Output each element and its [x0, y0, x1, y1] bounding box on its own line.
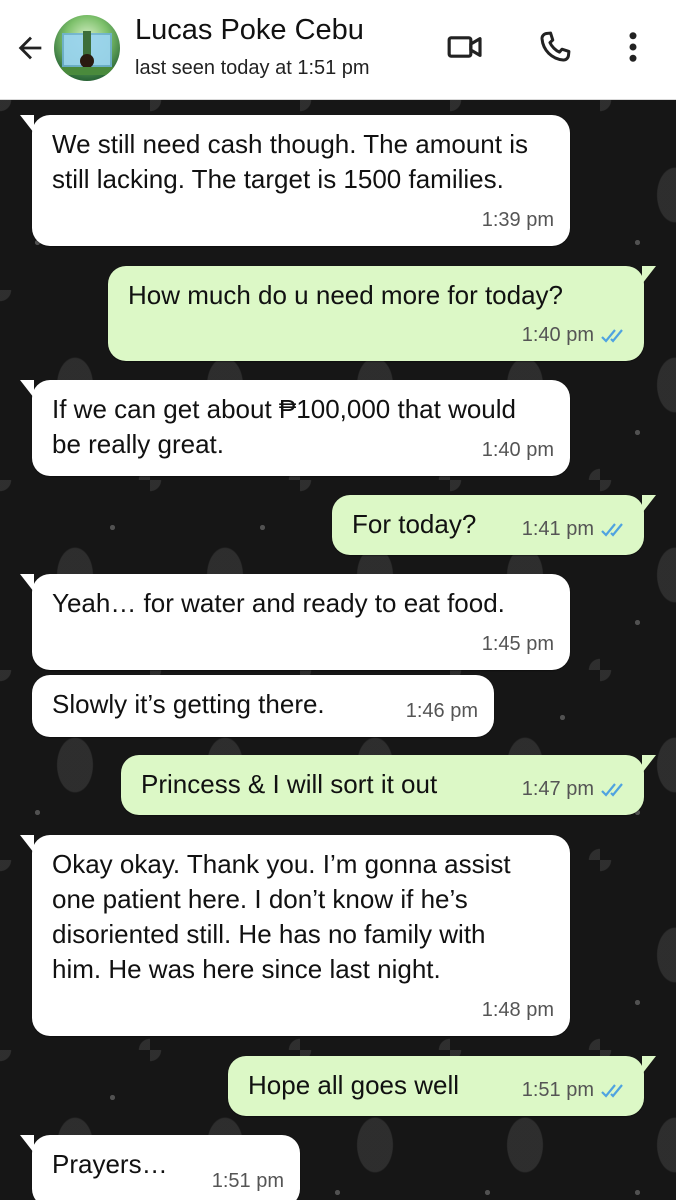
message-time: 1:51 pm — [211, 1170, 284, 1192]
message-text: Slowly it’s getting there. — [52, 689, 325, 719]
message-text: Princess & I will sort it out — [141, 769, 438, 799]
chat-messages-area[interactable]: We still need cash though. The amount is… — [0, 100, 676, 1200]
message-time: 1:45 pm — [481, 633, 554, 655]
message-text: Hope all goes well — [248, 1070, 460, 1100]
message-time: 1:46 pm — [405, 700, 478, 722]
read-receipt-icon — [601, 782, 623, 797]
message-time: 1:51 pm — [521, 1079, 594, 1101]
incoming-message[interactable]: If we can get about ₱100,000 that would … — [20, 380, 570, 476]
phone-icon — [540, 31, 571, 62]
outgoing-message[interactable]: Princess & I will sort it out 1:47 pm — [121, 755, 656, 815]
back-button[interactable] — [10, 26, 50, 70]
outgoing-message[interactable]: How much do u need more for today? 1:40 … — [108, 266, 656, 361]
chat-header: Lucas Poke Cebu last seen today at 1:51 … — [0, 0, 676, 100]
message-time: 1:47 pm — [521, 778, 594, 800]
message-text: How much do u need more for today? — [128, 280, 564, 310]
incoming-message[interactable]: Yeah… for water and ready to eat food. 1… — [20, 574, 570, 670]
incoming-message[interactable]: Prayers… 1:51 pm — [20, 1135, 300, 1200]
back-arrow-icon — [18, 36, 42, 60]
message-text: If we can get about ₱100,000 that would … — [52, 394, 517, 459]
message-text: Yeah… for water and ready to eat food. — [52, 588, 505, 618]
outgoing-message[interactable]: For today? 1:41 pm — [332, 495, 656, 555]
video-call-icon — [447, 36, 482, 58]
contact-avatar[interactable] — [54, 15, 120, 81]
contact-name[interactable]: Lucas Poke Cebu — [135, 14, 364, 47]
incoming-message[interactable]: We still need cash though. The amount is… — [20, 115, 570, 246]
video-call-button[interactable] — [442, 24, 488, 70]
message-text: Okay okay. Thank you. I’m gonna assist o… — [52, 849, 511, 984]
read-receipt-icon — [601, 1083, 623, 1098]
outgoing-message[interactable]: Hope all goes well 1:51 pm — [228, 1056, 656, 1116]
incoming-message[interactable]: Okay okay. Thank you. I’m gonna assist o… — [20, 835, 570, 1036]
message-time: 1:41 pm — [521, 518, 594, 540]
message-text: We still need cash though. The amount is… — [52, 129, 528, 194]
message-text: Prayers… — [52, 1149, 168, 1179]
more-options-button[interactable] — [610, 24, 656, 70]
avatar-image — [60, 31, 114, 75]
voice-call-button[interactable] — [532, 24, 578, 70]
more-vert-icon — [629, 32, 637, 62]
incoming-message[interactable]: Slowly it’s getting there. 1:46 pm — [32, 675, 494, 737]
message-time: 1:40 pm — [521, 324, 594, 346]
last-seen-status: last seen today at 1:51 pm — [135, 57, 370, 79]
read-receipt-icon — [601, 328, 623, 343]
message-time: 1:40 pm — [481, 439, 554, 461]
message-time: 1:48 pm — [481, 999, 554, 1021]
read-receipt-icon — [601, 522, 623, 537]
message-text: For today? — [352, 509, 477, 539]
message-time: 1:39 pm — [481, 209, 554, 231]
